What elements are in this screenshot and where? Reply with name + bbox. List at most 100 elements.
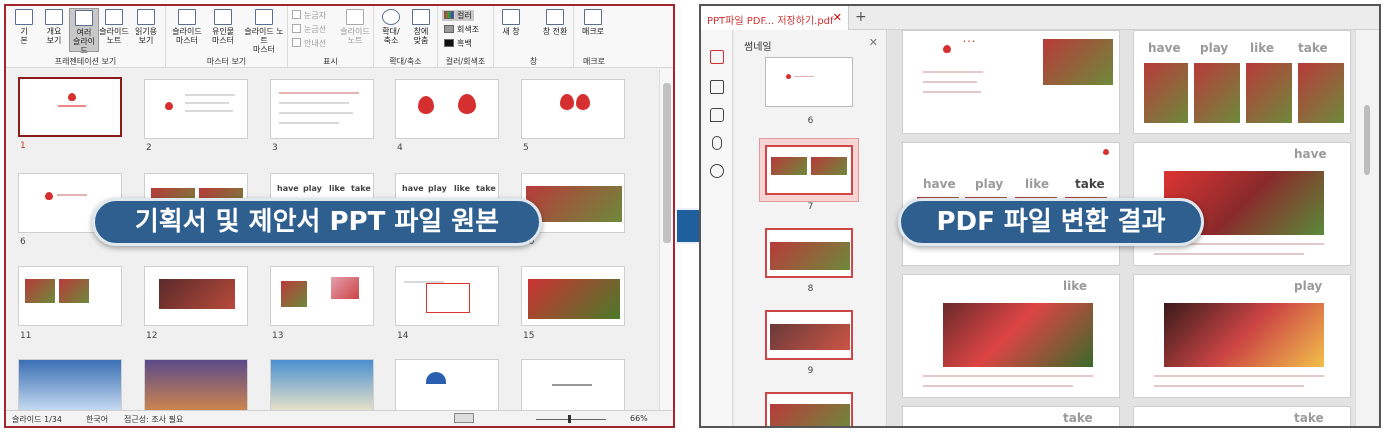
thumbnail-panel-icon[interactable]	[710, 50, 724, 64]
slide-thumbnail[interactable]	[144, 79, 248, 139]
slide-thumbnail[interactable]	[144, 359, 248, 415]
slide-thumbnail[interactable]	[521, 266, 625, 326]
thumbnail-panel: 썸네일 ✕ 6 7 8 9	[734, 30, 887, 426]
color-option[interactable]: 컬러	[442, 10, 474, 21]
photo	[1043, 39, 1113, 85]
ruler-checkbox[interactable]: 눈금자	[292, 10, 326, 21]
slide-thumbnail[interactable]	[521, 79, 625, 139]
scrollbar-thumb[interactable]	[663, 83, 671, 243]
slide-thumbnail[interactable]	[395, 359, 499, 415]
strawberry-icon	[165, 102, 173, 110]
slide-thumbnail[interactable]	[18, 266, 122, 326]
slide-sorter-button[interactable]: 여러 슬라이드	[69, 8, 99, 55]
reading-view-button[interactable]: 읽기용 보기	[131, 8, 161, 52]
new-tab-button[interactable]: +	[855, 9, 867, 25]
slide-sorter-view-icon[interactable]	[454, 413, 474, 423]
slide-thumbnail[interactable]	[395, 266, 499, 326]
strawberry-icon	[458, 94, 476, 114]
attachment-icon[interactable]	[712, 136, 722, 150]
zoom-slider-thumb[interactable]	[568, 415, 571, 423]
notes-master-button[interactable]: 슬라이드 노트 마스터	[242, 8, 286, 54]
color-group: 컬러 회색조 흑백 컬러/회색조	[438, 6, 494, 68]
page-number: 8	[807, 284, 814, 294]
macro-button[interactable]: 매크로	[578, 8, 608, 52]
play-heading: play	[1294, 279, 1323, 293]
photo	[25, 279, 55, 303]
close-panel-icon[interactable]: ✕	[869, 36, 878, 49]
play-heading: play	[1200, 41, 1229, 55]
slide-thumbnail[interactable]	[270, 359, 374, 415]
show-notes-button[interactable]: 슬라이드 노트	[338, 8, 372, 52]
text-line	[923, 81, 977, 83]
pdf-page: • • •	[902, 30, 1120, 134]
switch-windows-button[interactable]: 창 전환	[538, 8, 572, 52]
notes-page-button[interactable]: 슬라이드 노트	[99, 8, 129, 52]
sorter-scrollbar[interactable]	[659, 69, 673, 414]
slide-thumbnail[interactable]	[18, 359, 122, 415]
page-thumbnail[interactable]	[765, 228, 853, 278]
black-white-swatch-icon	[444, 39, 454, 47]
strawberry-logo-icon	[68, 93, 76, 101]
play-heading: play	[975, 177, 1004, 191]
slide-number: 1	[20, 141, 26, 151]
photo	[1298, 63, 1344, 123]
slide-thumbnail[interactable]	[18, 77, 122, 137]
slide-thumbnail[interactable]	[270, 266, 374, 326]
color-swatch-icon	[444, 11, 454, 19]
status-bar: 슬라이드 1/34 한국어 접근성: 조사 필요 66%	[6, 410, 673, 426]
search-icon[interactable]	[710, 164, 724, 178]
text-line	[923, 385, 1073, 387]
view-ribbon: 기 본 개요 보기 여러 슬라이드 슬라이드 노트 읽기용 보기 프레젠테이션 …	[6, 6, 673, 68]
take-heading: take	[1294, 411, 1324, 425]
zoom-button[interactable]: 확대/ 축소	[376, 8, 406, 52]
page-scrollbar[interactable]	[1355, 30, 1379, 426]
outline-view-button[interactable]: 개요 보기	[39, 8, 69, 52]
normal-view-button[interactable]: 기 본	[9, 8, 39, 52]
language-text[interactable]: 한국어	[86, 414, 108, 425]
text-line	[57, 194, 87, 196]
gridlines-checkbox[interactable]: 눈금선	[292, 24, 326, 35]
comment-icon[interactable]	[710, 108, 724, 122]
zoom-level-text[interactable]: 66%	[630, 414, 648, 423]
slide-master-button[interactable]: 슬라이드 마스터	[170, 8, 204, 52]
slide-thumbnail[interactable]	[270, 79, 374, 139]
page-thumbnail[interactable]	[765, 57, 853, 107]
have-word: have	[402, 184, 424, 193]
bookmark-icon[interactable]	[710, 80, 724, 94]
scrollbar-thumb[interactable]	[1364, 105, 1370, 175]
have-word: have	[277, 184, 299, 193]
dome-icon	[426, 372, 446, 384]
slide-thumbnail[interactable]	[521, 359, 625, 415]
zoom-slider[interactable]	[536, 419, 606, 420]
thumbnail-panel-title: 썸네일	[744, 42, 772, 53]
slide-thumbnail[interactable]	[395, 79, 499, 139]
macro-icon	[584, 9, 602, 25]
strawberry-character-icon	[560, 94, 574, 110]
photo	[59, 279, 89, 303]
slide-number: 11	[20, 331, 32, 341]
fit-to-window-button[interactable]: 창에 맞춤	[406, 8, 436, 52]
callout-box	[426, 283, 470, 313]
take-heading: take	[1063, 411, 1093, 425]
photo	[1246, 63, 1292, 123]
pdf-page: take	[902, 406, 1120, 426]
pdf-page: like	[902, 274, 1120, 398]
strawberry-icon	[786, 74, 791, 79]
grayscale-option[interactable]: 회색조	[444, 24, 479, 35]
slide-thumbnail[interactable]	[144, 266, 248, 326]
black-white-option[interactable]: 흑백	[444, 38, 472, 49]
guides-checkbox[interactable]: 안내선	[292, 38, 326, 49]
grayscale-swatch-icon	[444, 25, 454, 33]
show-group: 눈금자 눈금선 안내선 슬라이드 노트 표시	[288, 6, 374, 68]
page-number: 7	[807, 202, 814, 212]
page-thumbnail[interactable]	[765, 310, 853, 360]
handout-master-button[interactable]: 유인물 마스터	[206, 8, 240, 52]
accessibility-text[interactable]: 접근성: 조사 필요	[124, 414, 183, 425]
photo	[159, 279, 235, 309]
close-tab-icon[interactable]: ✕	[833, 11, 842, 24]
reading-view-icon	[137, 9, 155, 25]
new-window-button[interactable]: 새 창	[496, 8, 526, 52]
page-thumbnail[interactable]	[765, 392, 853, 426]
page-thumbnail[interactable]	[765, 145, 853, 195]
document-tab[interactable]: PPT파일 PDF... 저장하기.pdf ✕	[701, 6, 849, 30]
